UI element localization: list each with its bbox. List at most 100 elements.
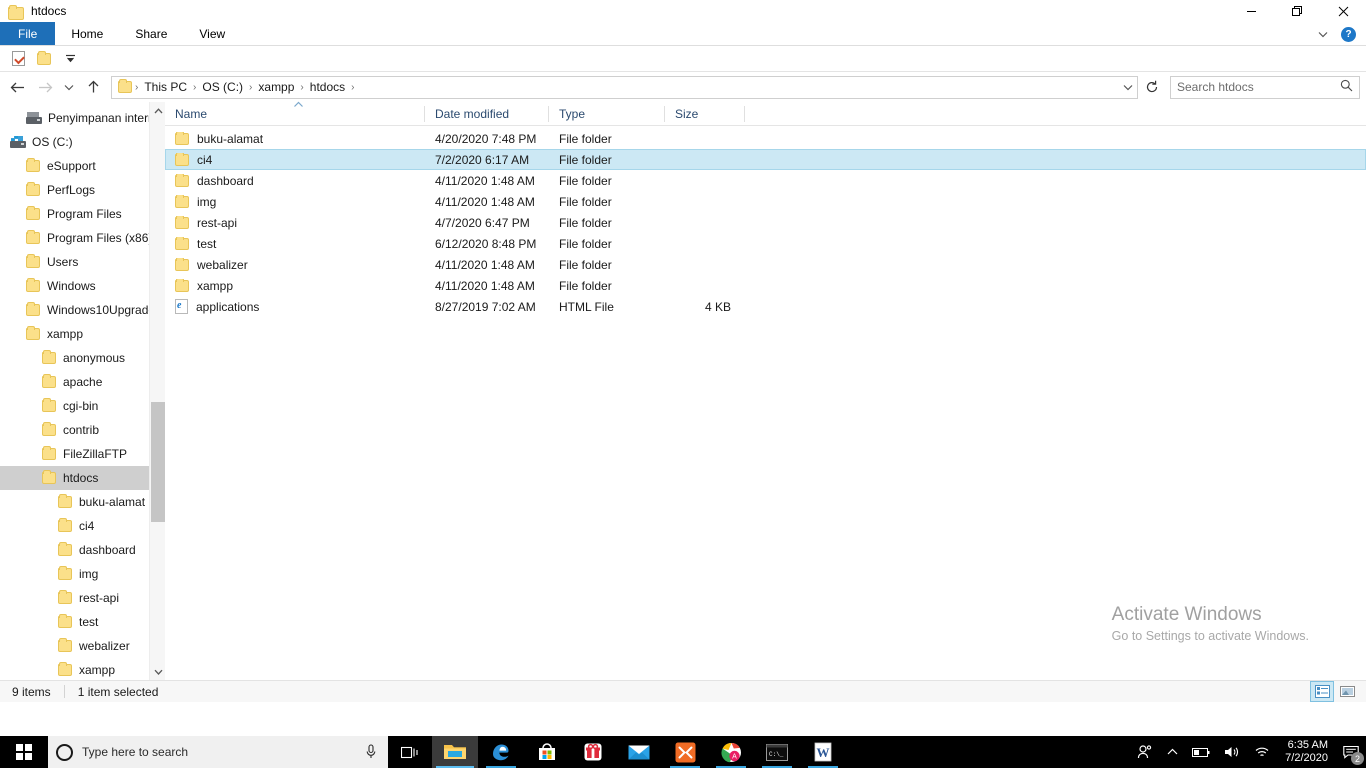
people-icon[interactable] (1130, 736, 1160, 768)
column-header-size[interactable]: Size (665, 102, 745, 126)
table-row[interactable]: applications 8/27/2019 7:02 AM HTML File 4 … (165, 296, 1366, 317)
column-header-type[interactable]: Type (549, 102, 665, 126)
row-date-cell: 8/27/2019 7:02 AM (435, 299, 536, 314)
title-bar: htdocs (0, 0, 1366, 22)
sidebar-item-cgi-bin[interactable]: cgi-bin (0, 394, 165, 418)
table-row[interactable]: rest-api 4/7/2020 6:47 PM File folder (165, 212, 1366, 233)
sidebar-item-windows[interactable]: Windows (0, 274, 165, 298)
breadcrumb-bar[interactable]: › This PC › OS (C:) › xampp › htdocs › (111, 75, 1138, 99)
notification-count-badge: 2 (1351, 752, 1364, 765)
sidebar-item-windows10upgrade[interactable]: Windows10Upgrade (0, 298, 165, 322)
microphone-icon[interactable] (362, 744, 380, 760)
taskbar-chrome[interactable]: A (708, 736, 754, 768)
minimize-button[interactable] (1228, 0, 1274, 22)
sidebar-item-anonymous[interactable]: anonymous (0, 346, 165, 370)
taskbar-microsoft-edge[interactable] (478, 736, 524, 768)
breadcrumb-item-xampp[interactable]: xampp (253, 78, 299, 96)
sidebar-item-program-files[interactable]: Program Files (0, 202, 165, 226)
sidebar-item-program-files-x86[interactable]: Program Files (x86) (0, 226, 165, 250)
sidebar-item-webalizer[interactable]: webalizer (0, 634, 165, 658)
sidebar-item-xampp[interactable]: xampp (0, 322, 165, 346)
file-name-label: xampp (197, 278, 234, 293)
tab-home[interactable]: Home (55, 22, 119, 45)
chevron-down-icon[interactable] (150, 663, 165, 680)
sidebar-item-dashboard[interactable]: dashboard (0, 538, 165, 562)
taskbar-file-explorer[interactable] (432, 736, 478, 768)
table-row[interactable]: img 4/11/2020 1:48 AM File folder (165, 191, 1366, 212)
search-box[interactable] (1170, 75, 1360, 99)
table-row[interactable]: test 6/12/2020 8:48 PM File folder (165, 233, 1366, 254)
start-button[interactable] (0, 736, 48, 768)
sidebar-item-contrib[interactable]: contrib (0, 418, 165, 442)
chevron-down-icon[interactable] (1119, 77, 1137, 98)
breadcrumb-item-htdocs[interactable]: htdocs (305, 78, 350, 96)
sidebar-item-rest-api[interactable]: rest-api (0, 586, 165, 610)
sidebar-item-img[interactable]: img (0, 562, 165, 586)
clock-time: 6:35 AM (1287, 739, 1328, 751)
table-row[interactable]: webalizer 4/11/2020 1:48 AM File folder (165, 254, 1366, 275)
details-view-button[interactable] (1310, 681, 1334, 702)
breadcrumb-item-os-c[interactable]: OS (C:) (197, 78, 248, 96)
clock[interactable]: 6:35 AM 7/2/2020 (1277, 736, 1336, 768)
chevron-down-icon[interactable] (60, 49, 80, 69)
properties-icon[interactable] (8, 49, 28, 69)
sidebar-item-ci4[interactable]: ci4 (0, 514, 165, 538)
sidebar-item-xampp[interactable]: xampp (0, 658, 165, 680)
chevron-down-icon[interactable] (1315, 26, 1331, 42)
search-input[interactable] (1177, 80, 1340, 94)
table-row[interactable]: ci4 7/2/2020 6:17 AM File folder (165, 149, 1366, 170)
table-row[interactable]: xampp 4/11/2020 1:48 AM File folder (165, 275, 1366, 296)
tab-view[interactable]: View (183, 22, 241, 45)
breadcrumb-item-this-pc[interactable]: This PC (139, 78, 192, 96)
search-icon[interactable] (1340, 79, 1353, 95)
new-folder-icon[interactable] (34, 49, 54, 69)
sidebar-item-perflogs[interactable]: PerfLogs (0, 178, 165, 202)
up-button[interactable] (80, 75, 106, 99)
sidebar-scrollbar-thumb[interactable] (151, 402, 165, 522)
chevron-up-icon[interactable] (150, 102, 165, 119)
sidebar-item-label: webalizer (79, 639, 130, 653)
taskbar-microsoft-word[interactable]: W (800, 736, 846, 768)
sidebar-item-label: test (79, 615, 99, 629)
taskbar-command-prompt[interactable]: C:\_ (754, 736, 800, 768)
volume-icon[interactable] (1217, 736, 1247, 768)
column-header-name[interactable]: Name (165, 101, 425, 126)
row-name-cell: rest-api (165, 215, 425, 230)
notification-icon[interactable]: 2 (1336, 736, 1366, 768)
taskbar-search[interactable]: Type here to search (48, 736, 388, 768)
wifi-icon[interactable] (1247, 736, 1277, 768)
taskbar-mail[interactable] (616, 736, 662, 768)
recent-locations-button[interactable] (60, 75, 78, 99)
sidebar-item-htdocs[interactable]: htdocs (0, 466, 165, 490)
task-view-icon[interactable] (388, 736, 432, 768)
sidebar-item-penyimpanan-intern[interactable]: Penyimpanan intern (0, 106, 165, 130)
restore-button[interactable] (1274, 0, 1320, 22)
back-button[interactable] (4, 75, 30, 99)
forward-button[interactable] (32, 75, 58, 99)
taskbar-rewards-gift[interactable] (570, 736, 616, 768)
taskbar-microsoft-store[interactable] (524, 736, 570, 768)
sidebar-item-users[interactable]: Users (0, 250, 165, 274)
table-row[interactable]: dashboard 4/11/2020 1:48 AM File folder (165, 170, 1366, 191)
sidebar-item-label: Program Files (47, 207, 122, 221)
help-icon[interactable]: ? (1341, 26, 1356, 42)
large-icons-view-button[interactable] (1336, 682, 1358, 701)
sidebar-item-filezillaftp[interactable]: FileZillaFTP (0, 442, 165, 466)
sidebar-item-esupport[interactable]: eSupport (0, 154, 165, 178)
file-name-label: img (197, 194, 217, 209)
sidebar-scrollbar[interactable] (149, 102, 165, 680)
battery-icon[interactable] (1185, 736, 1217, 768)
sidebar-item-apache[interactable]: apache (0, 370, 165, 394)
tab-share[interactable]: Share (119, 22, 183, 45)
refresh-icon[interactable] (1140, 76, 1164, 99)
sidebar-item-buku-alamat[interactable]: buku-alamat (0, 490, 165, 514)
column-header-date-modified[interactable]: Date modified (425, 102, 549, 126)
sidebar-item-test[interactable]: test (0, 610, 165, 634)
chevron-up-icon[interactable] (1160, 736, 1185, 768)
sidebar-item-os-c[interactable]: OS (C:) (0, 130, 165, 154)
table-row[interactable]: buku-alamat 4/20/2020 7:48 PM File folder (165, 128, 1366, 149)
tab-file[interactable]: File (0, 22, 56, 45)
cortana-circle-icon[interactable] (56, 743, 73, 761)
close-button[interactable] (1320, 0, 1366, 22)
taskbar-xampp[interactable] (662, 736, 708, 768)
